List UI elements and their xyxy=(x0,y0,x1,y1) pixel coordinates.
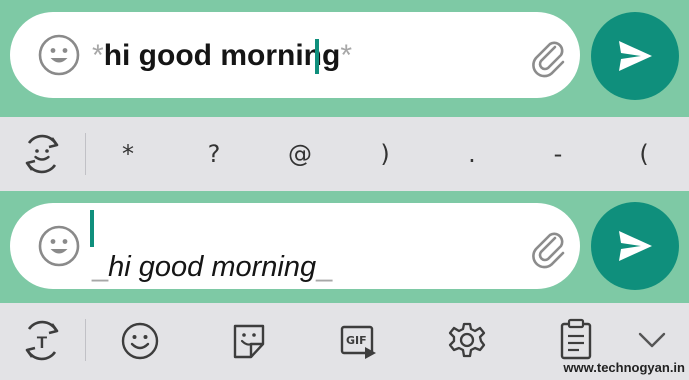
emoji-icon[interactable] xyxy=(120,321,160,361)
message-input-box[interactable]: _hi good morning_ xyxy=(10,203,580,289)
emoji-icon[interactable] xyxy=(36,223,82,269)
send-button[interactable] xyxy=(591,12,679,100)
clipboard-icon[interactable] xyxy=(557,318,595,362)
symbol-key-dash[interactable]: - xyxy=(533,117,583,191)
symbol-key-asterisk[interactable]: * xyxy=(103,117,153,191)
chevron-down-icon[interactable] xyxy=(637,330,667,350)
italic-marker-open: _ xyxy=(92,251,109,283)
chat-bar-top: *hi good morning* xyxy=(0,0,689,108)
gif-label: GIF xyxy=(346,334,367,347)
text-cursor xyxy=(315,39,319,74)
rotate-text-icon[interactable]: T xyxy=(18,317,66,365)
emoji-icon[interactable] xyxy=(36,32,82,78)
text-cursor xyxy=(90,210,94,247)
format-toggle-label: T xyxy=(37,333,48,352)
message-text-bold[interactable]: *hi good morning* xyxy=(92,39,352,73)
gif-icon[interactable]: GIF xyxy=(338,321,378,361)
send-arrow-icon xyxy=(619,41,652,71)
toolbar-divider xyxy=(85,319,86,361)
keyboard-symbol-strip: * ? @ ) . - ( xyxy=(0,117,689,191)
paperclip-icon[interactable] xyxy=(525,224,571,270)
message-text: hi good morning xyxy=(103,39,341,72)
settings-icon[interactable] xyxy=(446,320,488,362)
sticker-icon[interactable] xyxy=(229,320,269,362)
italic-marker-close: _ xyxy=(316,251,333,283)
symbol-key-at[interactable]: @ xyxy=(275,117,325,191)
keyboard-toolbar: T GIF www.technogyan.in xyxy=(0,303,689,380)
strip-divider xyxy=(85,133,86,175)
symbol-key-close-paren[interactable]: ) xyxy=(360,117,410,191)
watermark: www.technogyan.in xyxy=(563,360,685,375)
rotate-emoji-icon[interactable] xyxy=(18,131,66,177)
message-text: hi good morning xyxy=(108,251,317,283)
bold-marker-close: * xyxy=(340,39,352,72)
send-arrow-icon xyxy=(619,231,652,261)
send-button[interactable] xyxy=(591,202,679,290)
bold-marker-open: * xyxy=(92,39,104,72)
paperclip-icon[interactable] xyxy=(525,33,571,79)
symbol-key-open-paren[interactable]: ( xyxy=(619,117,669,191)
message-text-italic[interactable]: _hi good morning_ xyxy=(92,251,332,284)
chat-bar-bottom: _hi good morning_ xyxy=(0,191,689,300)
symbol-key-period[interactable]: . xyxy=(447,117,497,191)
symbol-key-question[interactable]: ? xyxy=(189,117,239,191)
message-input-box[interactable]: *hi good morning* xyxy=(10,12,580,98)
